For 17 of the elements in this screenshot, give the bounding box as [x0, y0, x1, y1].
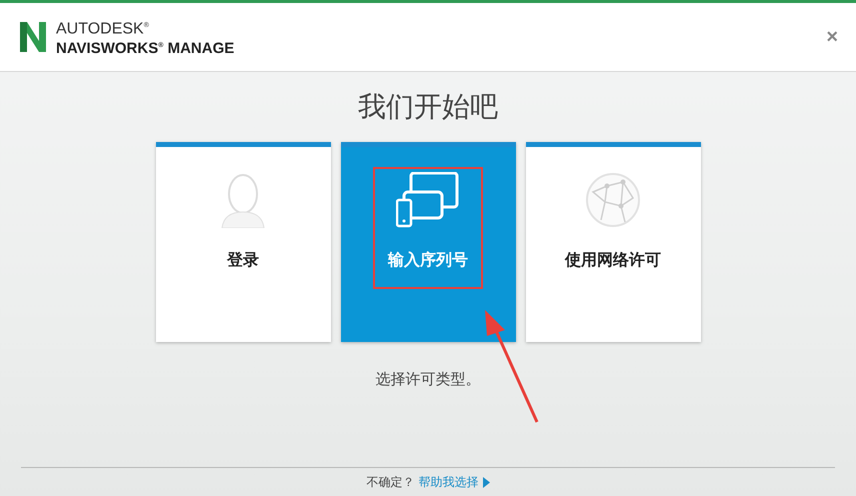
logo-icon [20, 22, 46, 52]
globe-icon [585, 172, 641, 228]
close-button[interactable]: × [822, 26, 842, 48]
license-option-card[interactable]: 登录 [156, 142, 330, 342]
license-option-card[interactable]: 输入序列号 [340, 142, 516, 342]
brand-name: AUTODESK$^{®}$ [56, 19, 150, 38]
instruction-text: 选择许可类型。 [376, 370, 480, 389]
devices-icon [396, 172, 460, 228]
option-label: 使用网络许可 [565, 250, 661, 271]
option-label: 输入序列号 [388, 250, 468, 271]
footer-question: 不确定？ [366, 474, 414, 490]
license-option-card[interactable]: 使用网络许可 [526, 142, 700, 342]
play-arrow-icon [482, 476, 490, 488]
page-title: 我们开始吧 [358, 89, 498, 125]
option-label: 登录 [227, 250, 259, 271]
help-me-choose-link[interactable]: 帮助我选择 [418, 474, 478, 490]
product-name: NAVISWORKS$^{®}$ MANAGE [56, 39, 234, 58]
